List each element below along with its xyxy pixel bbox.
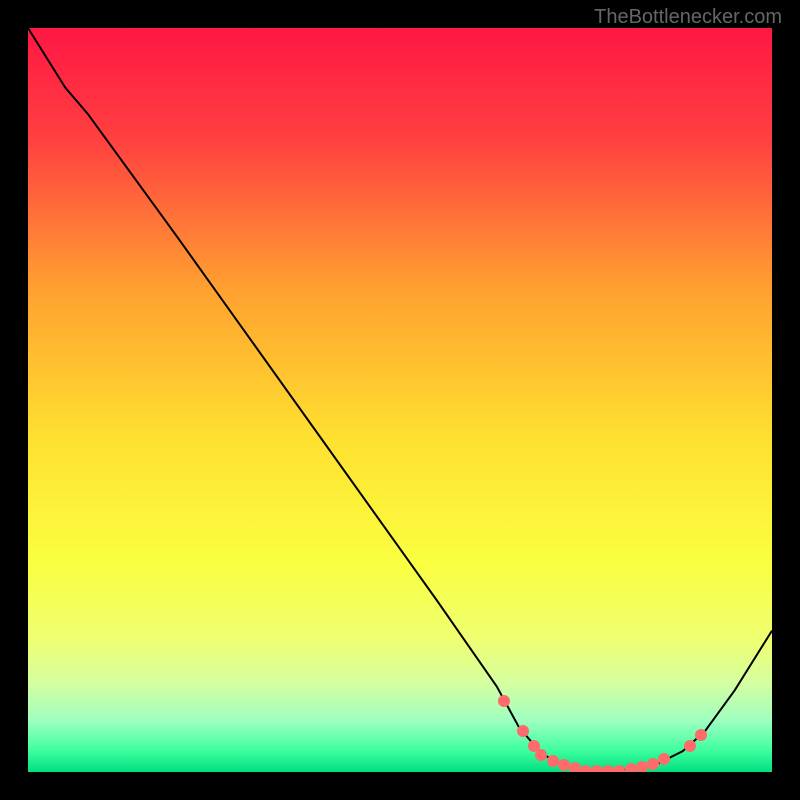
data-dot: [535, 749, 547, 761]
data-dot: [625, 763, 637, 772]
data-dot: [695, 729, 707, 741]
dot-layer: [28, 28, 772, 772]
data-dot: [658, 753, 670, 765]
watermark-text: TheBottlenecker.com: [594, 6, 782, 29]
data-dot: [684, 740, 696, 752]
data-dot: [498, 695, 510, 707]
data-dot: [517, 725, 529, 737]
data-dot: [558, 759, 570, 771]
plot-area: [28, 28, 772, 772]
